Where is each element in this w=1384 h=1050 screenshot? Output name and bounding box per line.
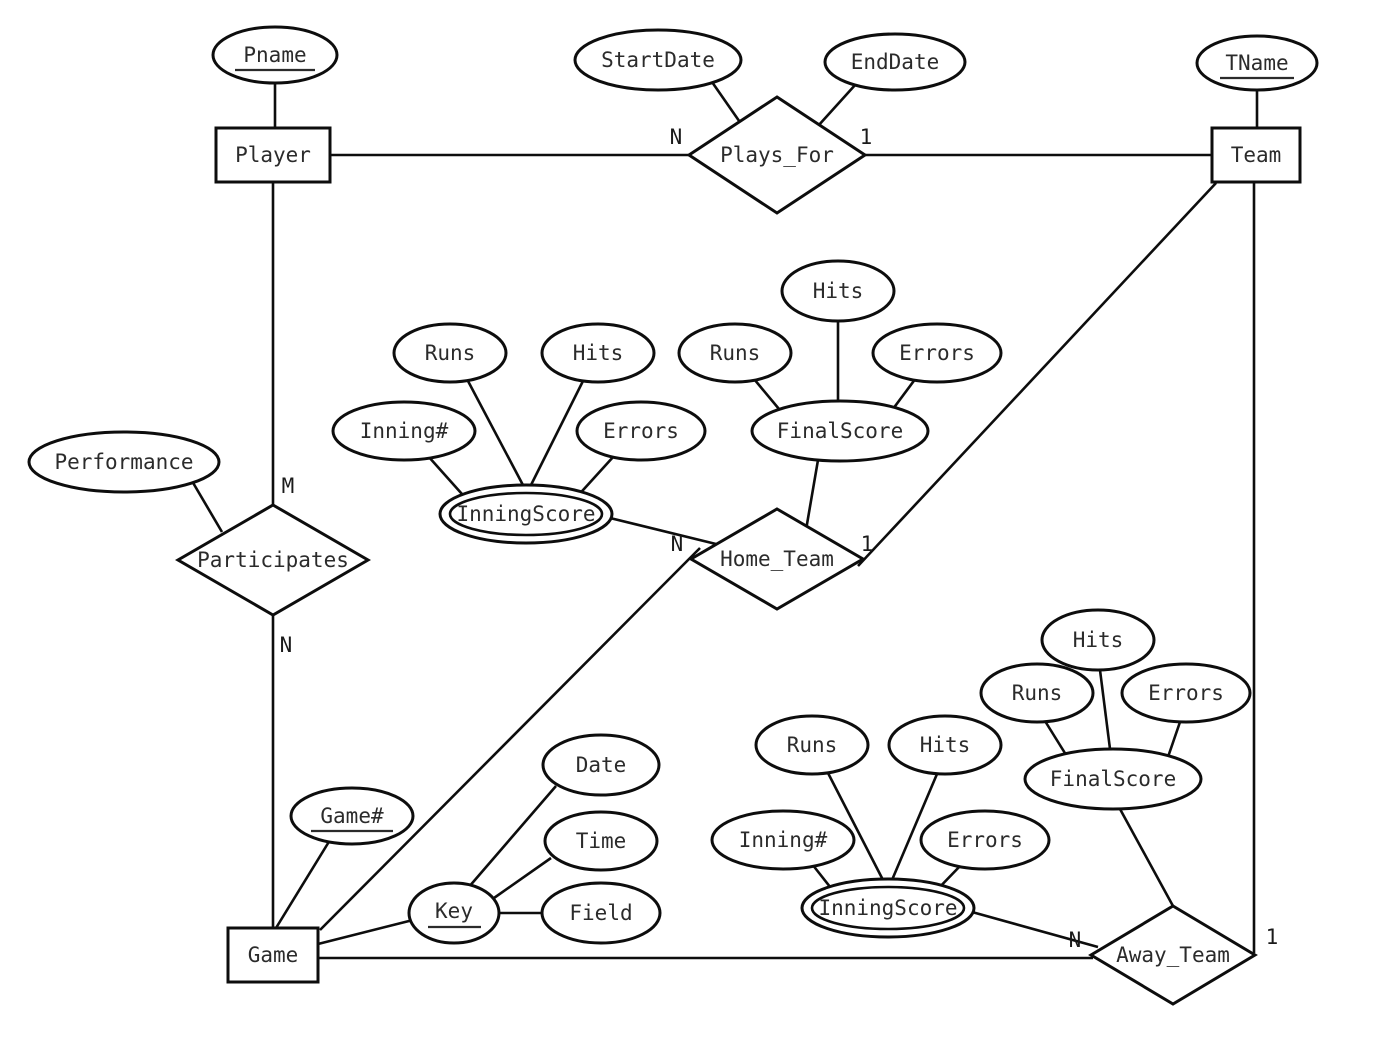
cardinality-away-team-1: 1 [1266, 925, 1279, 949]
attribute-key-field[interactable]: Field [540, 881, 662, 945]
edge-key-date [467, 785, 557, 889]
attribute-key-time-label: Time [576, 829, 627, 853]
edge-game-key [317, 918, 414, 946]
edge-h-inningscore-home-team [609, 516, 717, 546]
attribute-away-fs-hits[interactable]: Hits [1040, 608, 1156, 672]
edge-h-hits-inningscore [528, 380, 585, 488]
attribute-away-errors[interactable]: Errors [919, 809, 1051, 871]
edge-a-fs-errors-finalscore [1166, 721, 1182, 758]
attribute-tname-label: TName [1225, 51, 1288, 75]
edge-a-finalscore-away-team [1118, 808, 1175, 907]
attribute-key-date[interactable]: Date [541, 733, 661, 797]
attribute-away-runs[interactable]: Runs [754, 714, 870, 776]
attribute-home-hits[interactable]: Hits [540, 322, 656, 384]
er-diagram-canvas: Pname StartDate EndDate TName Performanc… [0, 0, 1384, 1050]
entity-game-label: Game [248, 943, 299, 967]
attribute-away-errors-label: Errors [947, 828, 1023, 852]
attribute-home-errors[interactable]: Errors [575, 400, 707, 462]
entity-game[interactable]: Game [226, 926, 320, 984]
attribute-away-fs-hits-label: Hits [1073, 628, 1124, 652]
edge-h-runs-inningscore [466, 380, 526, 488]
attribute-key-time[interactable]: Time [543, 810, 659, 872]
attribute-home-inning-number[interactable]: Inning# [331, 400, 477, 462]
relationships-layer: Plays_For Participates Home_Team Away_Te… [175, 95, 1258, 1006]
cardinality-participates-n: N [280, 633, 293, 657]
attribute-away-inning-number-label: Inning# [739, 828, 828, 852]
attribute-away-inningscore[interactable]: InningScore [800, 877, 976, 939]
edge-h-finalscore-home-team [804, 459, 820, 531]
attribute-key-date-label: Date [576, 753, 627, 777]
attribute-home-finalscore[interactable]: FinalScore [750, 399, 930, 463]
attribute-tname[interactable]: TName [1195, 34, 1319, 92]
relationship-plays-for[interactable]: Plays_For [686, 95, 868, 215]
attribute-away-inningscore-label: InningScore [818, 896, 957, 920]
attribute-game-number-label: Game# [320, 804, 384, 828]
cardinality-home-team-n: N [671, 532, 684, 556]
attribute-key[interactable]: Key [407, 881, 501, 945]
edge-game-home-team [319, 547, 701, 931]
attribute-home-hits-label: Hits [573, 341, 624, 365]
attribute-home-runs-label: Runs [425, 341, 476, 365]
edge-enddate-plays-for [817, 83, 857, 127]
attribute-away-runs-label: Runs [787, 733, 838, 757]
relationship-plays-for-label: Plays_For [720, 143, 834, 167]
edge-performance-participates [190, 480, 224, 533]
relationship-home-team-label: Home_Team [720, 547, 834, 571]
attribute-away-fs-errors[interactable]: Errors [1120, 662, 1252, 724]
attribute-away-finalscore-label: FinalScore [1050, 767, 1176, 791]
attribute-home-fs-runs[interactable]: Runs [677, 322, 793, 384]
entity-team-label: Team [1231, 143, 1282, 167]
relationship-participates[interactable]: Participates [175, 503, 371, 617]
attribute-startdate[interactable]: StartDate [573, 28, 743, 92]
attribute-home-inningscore-label: InningScore [456, 502, 595, 526]
attribute-game-number[interactable]: Game# [289, 786, 415, 846]
er-diagram-svg: Pname StartDate EndDate TName Performanc… [27, 25, 1319, 1006]
edge-key-time [493, 856, 552, 900]
attribute-enddate[interactable]: EndDate [823, 32, 967, 92]
cardinality-home-team-1: 1 [861, 532, 874, 556]
cardinality-participates-m: M [282, 474, 295, 498]
attribute-home-errors-label: Errors [603, 419, 679, 443]
edge-a-fs-hits-finalscore [1098, 669, 1112, 750]
relationship-participates-label: Participates [197, 548, 349, 572]
cardinality-plays-for-n: N [670, 125, 683, 149]
entity-player[interactable]: Player [214, 126, 332, 184]
attribute-key-field-label: Field [569, 901, 632, 925]
attribute-away-inning-number[interactable]: Inning# [710, 809, 856, 871]
attribute-pname[interactable]: Pname [211, 25, 339, 85]
attribute-away-hits-label: Hits [920, 733, 971, 757]
attribute-home-fs-hits-label: Hits [813, 279, 864, 303]
cardinality-away-team-n: N [1069, 928, 1082, 952]
attribute-away-fs-runs[interactable]: Runs [979, 662, 1095, 724]
cardinality-plays-for-1: 1 [860, 125, 873, 149]
relationship-home-team[interactable]: Home_Team [688, 507, 866, 611]
attribute-startdate-label: StartDate [601, 48, 715, 72]
entity-team[interactable]: Team [1210, 126, 1302, 184]
attribute-performance[interactable]: Performance [27, 430, 221, 494]
attribute-home-fs-errors-label: Errors [899, 341, 975, 365]
attribute-away-hits[interactable]: Hits [887, 714, 1003, 776]
edge-gamenum-game [274, 839, 332, 929]
relationship-away-team[interactable]: Away_Team [1088, 904, 1258, 1006]
attribute-performance-label: Performance [54, 450, 193, 474]
attribute-home-inning-number-label: Inning# [360, 419, 449, 443]
attribute-pname-label: Pname [243, 43, 306, 67]
attribute-away-fs-runs-label: Runs [1012, 681, 1063, 705]
attribute-home-fs-hits[interactable]: Hits [780, 259, 896, 323]
attribute-key-label: Key [435, 899, 473, 923]
attribute-home-runs[interactable]: Runs [392, 322, 508, 384]
attribute-home-fs-runs-label: Runs [710, 341, 761, 365]
attribute-enddate-label: EndDate [851, 50, 940, 74]
entity-player-label: Player [235, 143, 311, 167]
relationship-away-team-label: Away_Team [1116, 943, 1230, 967]
attribute-away-finalscore[interactable]: FinalScore [1023, 747, 1203, 811]
attribute-home-fs-errors[interactable]: Errors [871, 322, 1003, 384]
attribute-away-fs-errors-label: Errors [1148, 681, 1224, 705]
attribute-home-finalscore-label: FinalScore [777, 419, 903, 443]
attribute-home-inningscore[interactable]: InningScore [438, 483, 614, 545]
